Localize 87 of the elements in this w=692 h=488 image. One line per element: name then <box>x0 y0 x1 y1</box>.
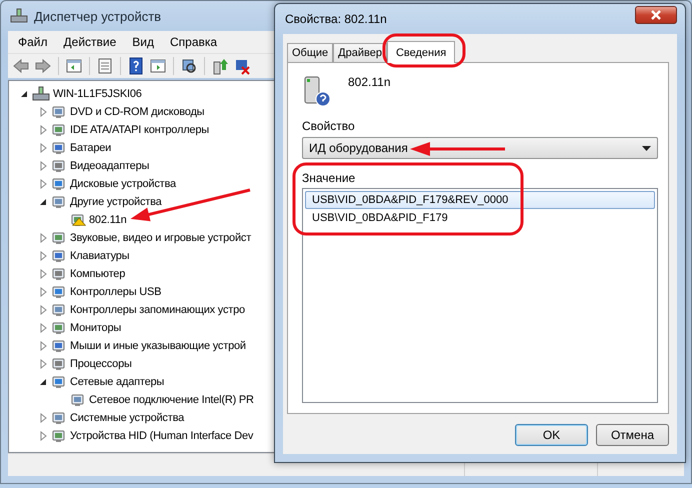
tree-item[interactable]: Мыши и иные указывающие устрой <box>70 340 246 352</box>
tree-item[interactable]: Клавиатуры <box>70 250 130 262</box>
value-label: Значение <box>302 171 356 185</box>
expand-arrow-icon[interactable] <box>38 251 48 261</box>
dropdown-arrow-icon <box>642 146 651 150</box>
menu-item[interactable]: Действие <box>58 33 122 51</box>
tree-item[interactable]: Устройства HID (Human Interface Dev <box>70 430 254 442</box>
tree-item[interactable]: Сетевое подключение Intel(R) PR <box>89 394 254 406</box>
property-dropdown[interactable]: ИД оборудования <box>302 137 658 159</box>
update-icon[interactable] <box>211 57 229 75</box>
menu-item[interactable]: Справка <box>164 33 224 51</box>
document-icon[interactable] <box>96 57 114 75</box>
tab[interactable]: Драйвер <box>333 43 387 62</box>
tree-item[interactable]: DVD и CD-ROM дисководы <box>70 106 204 118</box>
expand-arrow-icon[interactable] <box>38 269 48 279</box>
tree-item[interactable]: Компьютер <box>70 268 126 280</box>
expand-arrow-icon[interactable] <box>38 233 48 243</box>
device-name: 802.11n <box>348 75 390 89</box>
device-icon <box>51 320 67 336</box>
expand-arrow-icon[interactable] <box>38 431 48 441</box>
device-icon <box>51 266 67 282</box>
computer-icon <box>10 8 28 24</box>
collapse-arrow-icon[interactable] <box>38 197 48 207</box>
list-item[interactable]: USB\VID_0BDA&PID_F179 <box>305 209 655 227</box>
device-icon <box>51 104 67 120</box>
back-icon[interactable] <box>12 57 30 75</box>
device-icon <box>51 284 67 300</box>
tree-item[interactable]: IDE ATA/ATAPI контроллеры <box>70 124 209 136</box>
window-icon[interactable] <box>149 57 167 75</box>
expand-arrow-icon[interactable] <box>38 341 48 351</box>
tree-item[interactable]: Контроллеры USB <box>70 286 162 298</box>
expand-arrow-icon[interactable] <box>38 161 48 171</box>
device-icon <box>51 176 67 192</box>
help-icon[interactable] <box>127 57 145 75</box>
expand-arrow-icon[interactable] <box>38 179 48 189</box>
device-icon <box>51 302 67 318</box>
tree-item[interactable]: Дисковые устройства <box>70 178 176 190</box>
tree-item[interactable]: Другие устройства <box>70 196 162 208</box>
device-icon <box>51 428 67 444</box>
device-icon <box>51 374 67 390</box>
expand-arrow-icon[interactable] <box>38 359 48 369</box>
collapse-arrow-icon[interactable] <box>38 377 48 387</box>
device-icon <box>51 158 67 174</box>
tree-item[interactable]: Мониторы <box>70 322 122 334</box>
tree-item[interactable]: WIN-1L1F5JSKI06 <box>53 88 142 100</box>
device-icon <box>51 356 67 372</box>
device-icon <box>51 410 67 426</box>
tree-item[interactable]: Процессоры <box>70 358 132 370</box>
close-icon <box>650 10 662 20</box>
tree-item[interactable]: Контроллеры запоминающих устро <box>70 304 245 316</box>
menu-item[interactable]: Вид <box>126 33 160 51</box>
expand-arrow-icon[interactable] <box>38 287 48 297</box>
tree-item[interactable]: Батареи <box>70 142 112 154</box>
collapse-arrow-icon[interactable] <box>19 89 29 99</box>
list-item[interactable]: USB\VID_0BDA&PID_F179&REV_0000 <box>305 191 655 209</box>
tab[interactable]: Общие <box>287 43 334 62</box>
computer-icon <box>32 86 50 102</box>
device-icon <box>51 122 67 138</box>
tree-item[interactable]: Видеоадаптеры <box>70 160 150 172</box>
expand-arrow-icon[interactable] <box>38 143 48 153</box>
tab[interactable]: Сведения <box>386 41 456 63</box>
device-icon <box>51 194 67 210</box>
forward-icon[interactable] <box>34 57 52 75</box>
ok-button[interactable]: OK <box>515 424 588 446</box>
scan-icon[interactable] <box>180 57 198 75</box>
device-icon <box>51 230 67 246</box>
tree-item[interactable]: Сетевые адаптеры <box>70 376 164 388</box>
cancel-button[interactable]: Отмена <box>596 424 669 446</box>
tree-item[interactable]: Системные устройства <box>70 412 184 424</box>
disable-icon[interactable] <box>233 57 251 75</box>
device-icon <box>51 248 67 264</box>
tree-item[interactable]: 802.11n <box>89 214 127 226</box>
device-icon <box>51 140 67 156</box>
menu-item[interactable]: Файл <box>12 33 54 51</box>
expand-arrow-icon[interactable] <box>38 323 48 333</box>
expand-arrow-icon[interactable] <box>38 413 48 423</box>
expand-arrow-icon[interactable] <box>38 107 48 117</box>
window-icon[interactable] <box>65 57 83 75</box>
tree-item[interactable]: Звуковые, видео и игровые устройст <box>70 232 252 244</box>
expand-arrow-icon[interactable] <box>38 125 48 135</box>
unknown-device-icon <box>302 75 332 107</box>
device-icon <box>51 338 67 354</box>
window-title: Диспетчер устройств <box>34 8 162 24</box>
dialog-title: Свойства: 802.11n <box>285 12 387 26</box>
expand-arrow-icon[interactable] <box>38 305 48 315</box>
close-button[interactable] <box>635 6 677 24</box>
property-label: Свойство <box>302 119 356 133</box>
